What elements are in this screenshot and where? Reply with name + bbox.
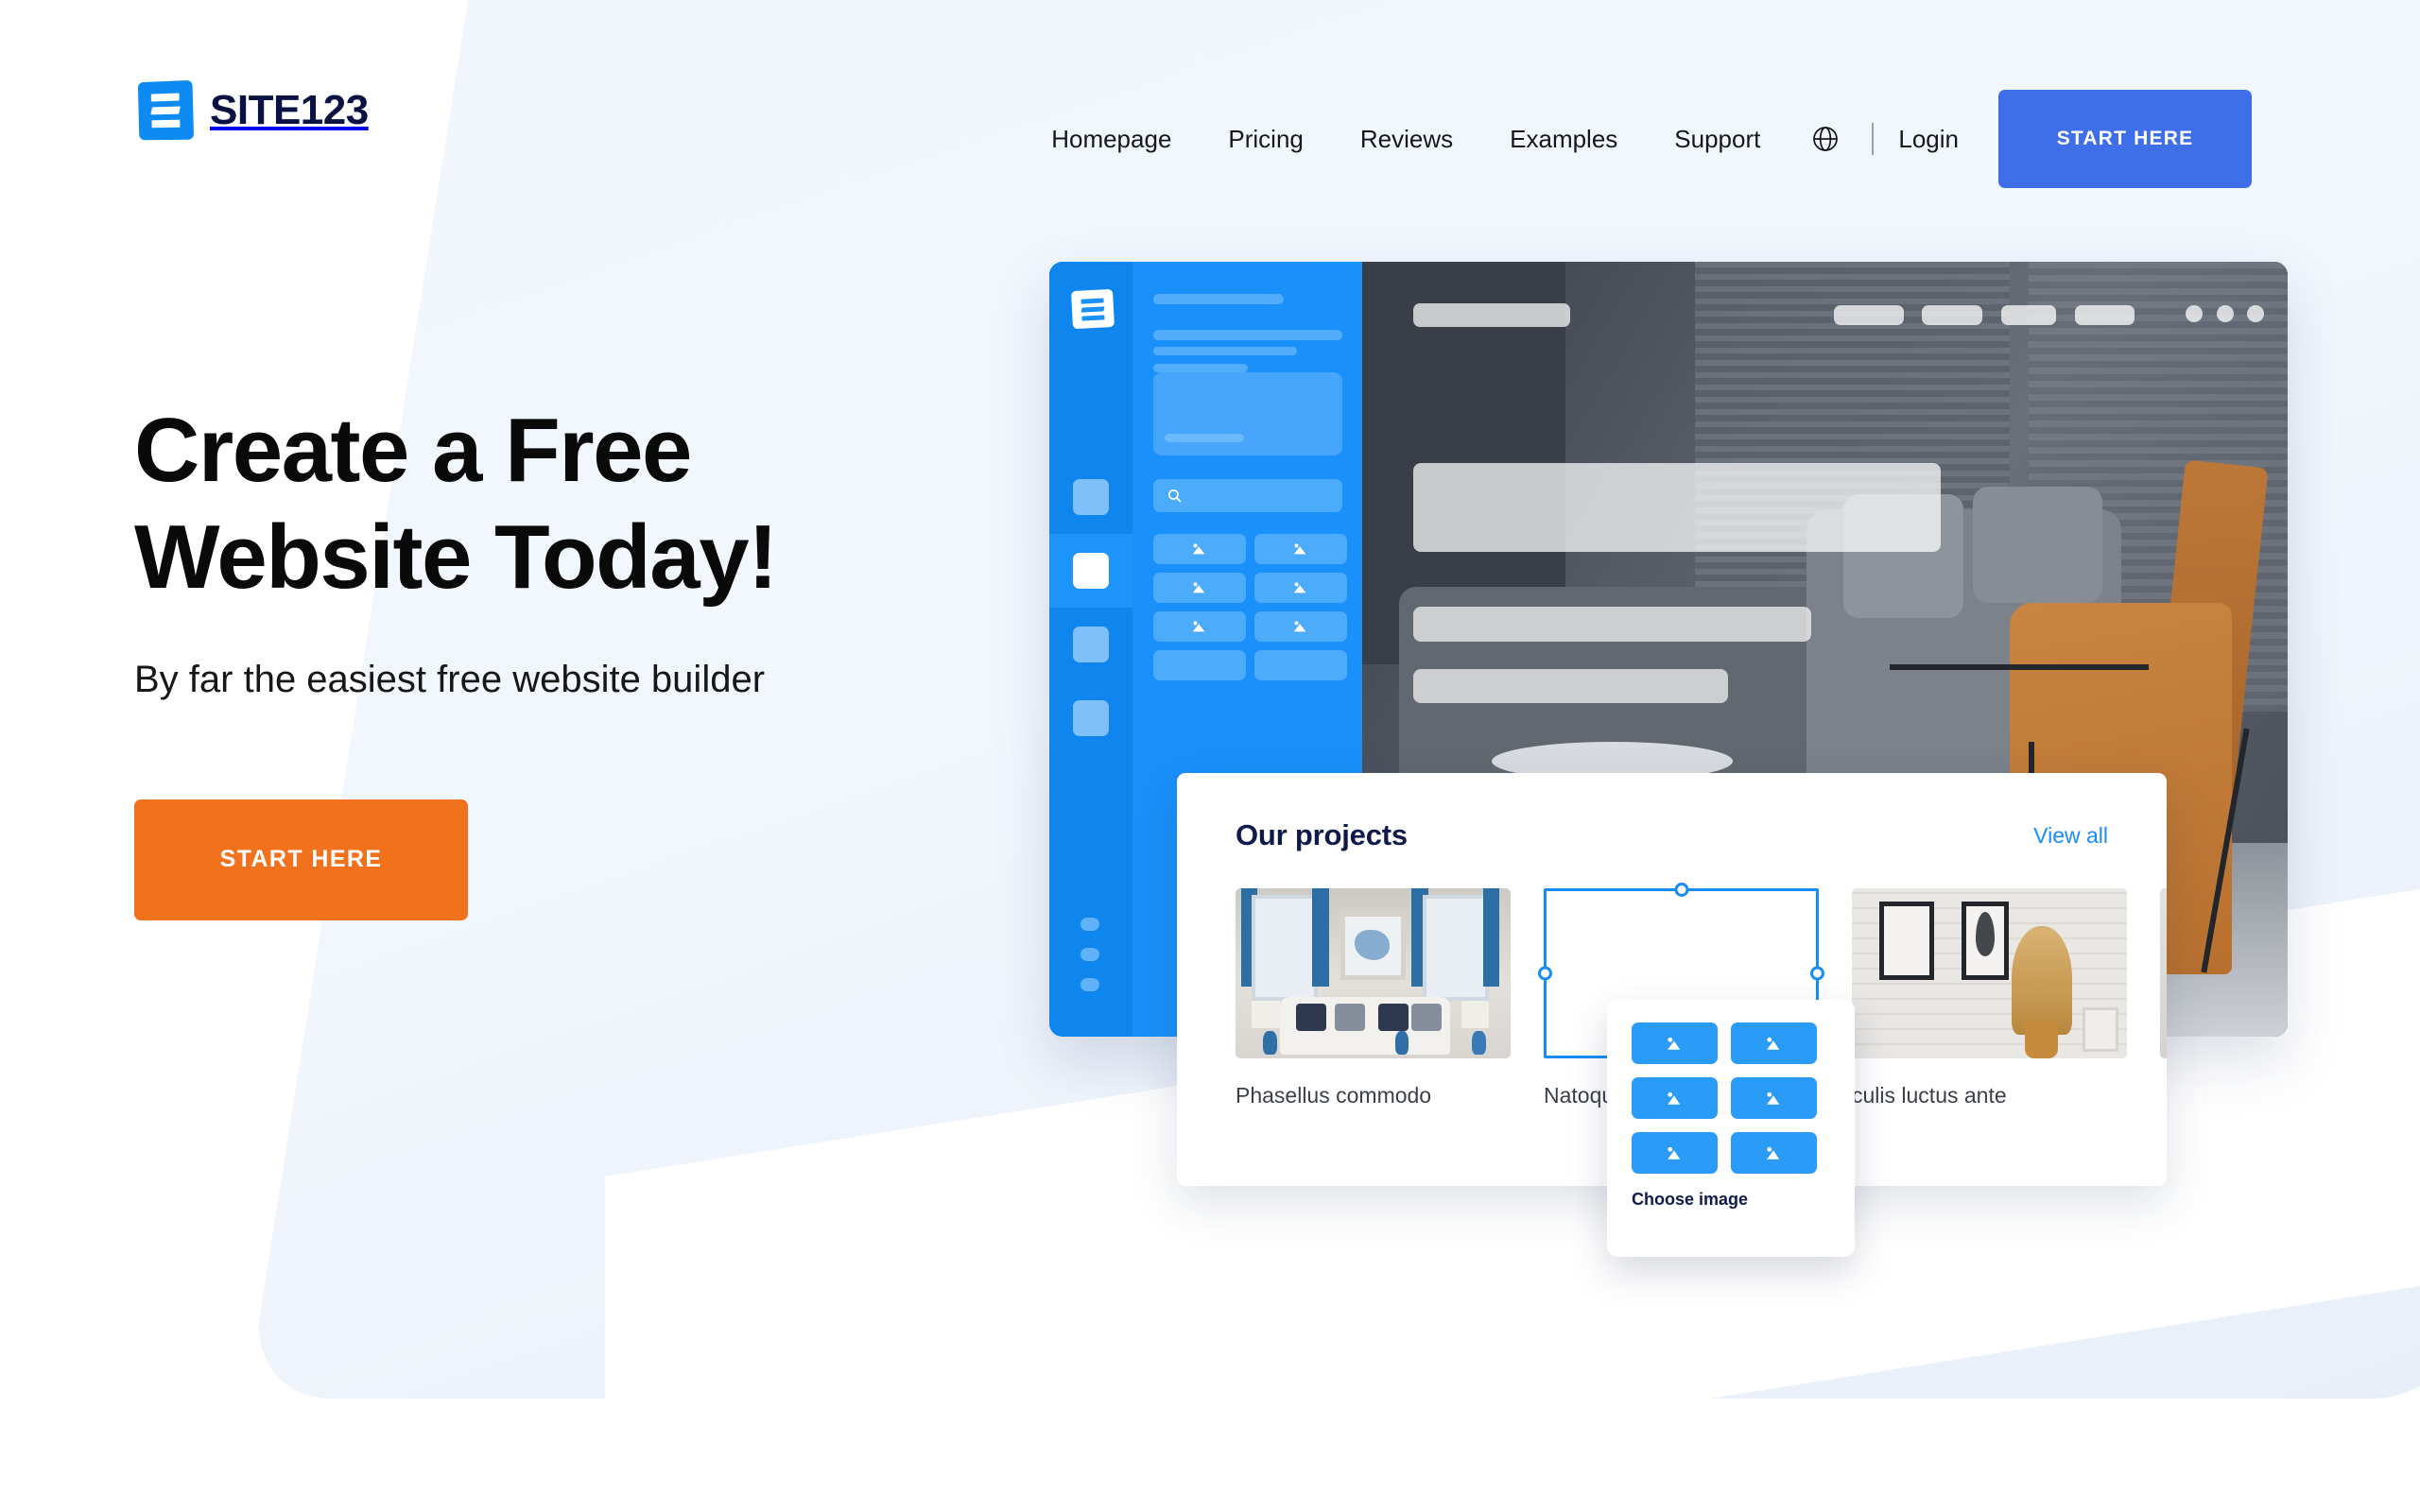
preview-nav-item[interactable] xyxy=(2000,304,2057,325)
nav-square-icon xyxy=(1073,700,1109,736)
panel-thumbnail[interactable] xyxy=(1254,611,1347,642)
hero-heading-line-1: Create a Free xyxy=(134,400,692,501)
panel-thumbnail[interactable] xyxy=(1254,534,1347,564)
image-placeholder-icon xyxy=(1192,582,1205,593)
image-placeholder-icon xyxy=(1766,1091,1779,1105)
choose-image-tile[interactable] xyxy=(1731,1077,1817,1119)
project-image-livingroom xyxy=(1236,888,1511,1058)
panel-search-input[interactable] xyxy=(1153,479,1342,512)
hero-heading-line-2: Website Today! xyxy=(134,507,778,609)
panel-card[interactable] xyxy=(1153,372,1342,455)
image-placeholder-icon xyxy=(1293,582,1306,593)
preview-nav-item[interactable] xyxy=(1834,304,1904,325)
preview-text-placeholder xyxy=(1412,668,1728,704)
nav-item-pricing[interactable]: Pricing xyxy=(1200,125,1331,154)
hero-start-here-button[interactable]: START HERE xyxy=(134,799,468,920)
nav-item-homepage[interactable]: Homepage xyxy=(1023,125,1200,154)
resize-handle-top[interactable] xyxy=(1674,883,1688,897)
mockup-sidebar-dots xyxy=(1080,918,1099,991)
panel-line xyxy=(1153,364,1248,372)
header-start-here-button[interactable]: START HERE xyxy=(1998,90,2252,188)
site-logo[interactable]: SITE123 xyxy=(137,79,369,141)
preview-nav-item[interactable] xyxy=(2074,304,2135,325)
project-item[interactable]: culis luctus ante xyxy=(1852,888,2127,1108)
resize-handle-right[interactable] xyxy=(1810,966,1824,981)
image-placeholder-icon xyxy=(1667,1146,1680,1160)
mockup-sidebar-item-3[interactable] xyxy=(1049,608,1132,681)
project-caption: Phasellus commodo xyxy=(1236,1083,1432,1108)
globe-icon[interactable] xyxy=(1809,123,1841,155)
panel-thumbnail[interactable] xyxy=(1153,611,1246,642)
view-all-link[interactable]: View all xyxy=(2033,823,2108,849)
image-placeholder-icon xyxy=(1192,621,1205,632)
project-item[interactable]: Phasellus commodo xyxy=(1236,888,1511,1108)
nav-square-icon-active xyxy=(1073,553,1109,589)
choose-image-tile[interactable] xyxy=(1731,1132,1817,1174)
panel-thumbnail[interactable] xyxy=(1254,573,1347,603)
mockup-sidebar xyxy=(1049,262,1132,1037)
logo-word-site: SITE xyxy=(210,87,301,133)
nav-divider xyxy=(1872,123,1875,155)
page-root: SITE123 Homepage Pricing Reviews Example… xyxy=(0,0,2420,1512)
hero-heading: Create a Free Website Today! xyxy=(134,397,778,611)
nav-square-icon xyxy=(1073,627,1109,662)
panel-thumbnail-grid xyxy=(1153,534,1347,680)
panel-thumbnail[interactable] xyxy=(1153,534,1246,564)
choose-image-label: Choose image xyxy=(1632,1190,1749,1209)
panel-thumbnail[interactable] xyxy=(1153,650,1246,680)
main-navigation: Homepage Pricing Reviews Examples Suppor… xyxy=(1023,90,2252,188)
choose-image-tile[interactable] xyxy=(1632,1022,1718,1064)
project-image-fireplace xyxy=(2160,888,2167,1058)
preview-nav-dot xyxy=(2186,304,2204,322)
project-image-brickwall xyxy=(1852,888,2127,1058)
editor-logo-icon xyxy=(1070,288,1115,330)
preview-heading-placeholder xyxy=(1412,463,1941,553)
image-placeholder-icon xyxy=(1667,1037,1680,1050)
choose-image-tile[interactable] xyxy=(1632,1132,1718,1174)
nav-item-examples[interactable]: Examples xyxy=(1481,125,1646,154)
site-header: SITE123 Homepage Pricing Reviews Example… xyxy=(0,0,2420,227)
image-placeholder-icon xyxy=(1293,621,1306,632)
panel-line xyxy=(1153,330,1342,340)
image-placeholder-icon xyxy=(1667,1091,1680,1105)
mockup-sidebar-item-1[interactable] xyxy=(1049,460,1132,534)
preview-nav-dot xyxy=(2246,304,2264,322)
preview-nav-item[interactable] xyxy=(1922,304,1982,325)
image-placeholder-icon xyxy=(1293,543,1306,555)
resize-handle-left[interactable] xyxy=(1538,966,1552,981)
image-placeholder-icon xyxy=(1766,1146,1779,1160)
our-projects-header: Our projects View all xyxy=(1236,818,2108,852)
image-placeholder-icon xyxy=(1766,1037,1779,1050)
logo-word-123: 123 xyxy=(300,87,369,133)
our-projects-title: Our projects xyxy=(1236,818,1408,851)
panel-line xyxy=(1153,347,1297,355)
panel-thumbnail[interactable] xyxy=(1254,650,1347,680)
mockup-sidebar-item-2[interactable] xyxy=(1049,534,1132,608)
hero-section: Create a Free Website Today! By far the e… xyxy=(134,397,778,920)
panel-line xyxy=(1153,294,1284,304)
preview-logo-placeholder xyxy=(1412,302,1571,327)
preview-nav-dot xyxy=(2216,304,2234,322)
nav-item-support[interactable]: Support xyxy=(1646,125,1789,154)
image-placeholder-icon xyxy=(1192,543,1205,555)
hero-subheading: By far the easiest free website builder xyxy=(134,658,766,700)
project-item-partial[interactable] xyxy=(2160,888,2167,1108)
preview-text-placeholder xyxy=(1412,606,1811,642)
search-icon xyxy=(1167,489,1182,503)
choose-image-tile[interactable] xyxy=(1632,1077,1718,1119)
choose-image-tile[interactable] xyxy=(1731,1022,1817,1064)
login-link[interactable]: Login xyxy=(1898,125,1998,154)
preview-top-navbar xyxy=(1362,262,2288,370)
logo-wordmark: SITE123 xyxy=(210,87,369,134)
project-caption: culis luctus ante xyxy=(1852,1083,2007,1108)
site123-lines-logo-icon xyxy=(137,79,195,141)
mockup-sidebar-item-4[interactable] xyxy=(1049,681,1132,755)
nav-square-icon xyxy=(1073,479,1109,515)
choose-image-grid xyxy=(1632,1022,1830,1174)
panel-thumbnail[interactable] xyxy=(1153,573,1246,603)
nav-item-reviews[interactable]: Reviews xyxy=(1332,125,1481,154)
choose-image-popup: Choose image xyxy=(1607,1000,1855,1257)
